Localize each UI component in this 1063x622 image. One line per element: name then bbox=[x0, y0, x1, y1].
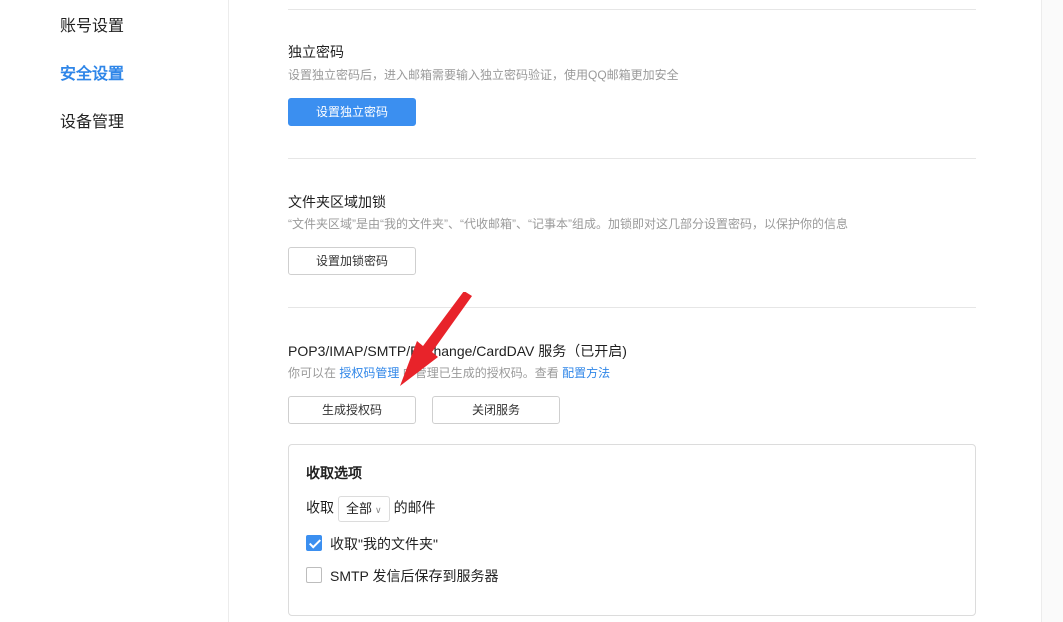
receive-my-folders-checkbox[interactable] bbox=[306, 535, 322, 551]
receive-scope-select[interactable]: 全部 ∨ bbox=[338, 496, 390, 522]
annotation-arrow-icon bbox=[400, 292, 472, 386]
smtp-save-checkbox[interactable] bbox=[306, 567, 322, 583]
sidebar-item-security-settings[interactable]: 安全设置 bbox=[60, 64, 124, 86]
divider bbox=[288, 9, 976, 10]
auth-code-management-link[interactable]: 授权码管理 bbox=[339, 366, 399, 380]
receive-scope-value: 全部 bbox=[346, 501, 373, 516]
close-service-button[interactable]: 关闭服务 bbox=[432, 396, 560, 424]
divider bbox=[288, 158, 976, 159]
receive-my-folders-row: 收取"我的文件夹" bbox=[306, 534, 606, 554]
folder-lock-desc: “文件夹区域”是由“我的文件夹”、“代收邮箱”、“记事本”组成。加锁即对这几部分… bbox=[288, 217, 848, 231]
divider bbox=[288, 307, 976, 308]
receive-prefix: 收取 bbox=[306, 499, 334, 516]
settings-sidebar: 账号设置 安全设置 设备管理 bbox=[0, 0, 229, 622]
receive-scope-row: 收取 全部 ∨ 的邮件 bbox=[306, 496, 436, 522]
receive-my-folders-label: 收取"我的文件夹" bbox=[330, 536, 438, 552]
set-independent-password-button[interactable]: 设置独立密码 bbox=[288, 98, 416, 126]
generate-auth-code-button[interactable]: 生成授权码 bbox=[288, 396, 416, 424]
sidebar-item-account-settings[interactable]: 账号设置 bbox=[60, 16, 124, 38]
right-edge-panel bbox=[1041, 0, 1063, 622]
smtp-save-row: SMTP 发信后保存到服务器 bbox=[306, 566, 606, 586]
receive-options-title: 收取选项 bbox=[306, 465, 362, 481]
independent-password-title: 独立密码 bbox=[288, 44, 344, 60]
config-method-link[interactable]: 配置方法 bbox=[562, 366, 610, 380]
chevron-down-icon: ∨ bbox=[375, 505, 382, 515]
folder-lock-title: 文件夹区域加锁 bbox=[288, 194, 386, 210]
sidebar-item-device-management[interactable]: 设备管理 bbox=[60, 112, 124, 134]
independent-password-desc: 设置独立密码后，进入邮箱需要输入独立密码验证，使用QQ邮箱更加安全 bbox=[288, 68, 679, 82]
receive-options-panel: 收取选项 收取 全部 ∨ 的邮件 收取"我的文件夹" SMTP 发信后保存到服务器 bbox=[288, 444, 976, 616]
set-lock-password-button[interactable]: 设置加锁密码 bbox=[288, 247, 416, 275]
receive-suffix: 的邮件 bbox=[393, 499, 436, 516]
pop3-desc-prefix: 你可以在 bbox=[288, 366, 337, 380]
smtp-save-label: SMTP 发信后保存到服务器 bbox=[330, 568, 499, 584]
